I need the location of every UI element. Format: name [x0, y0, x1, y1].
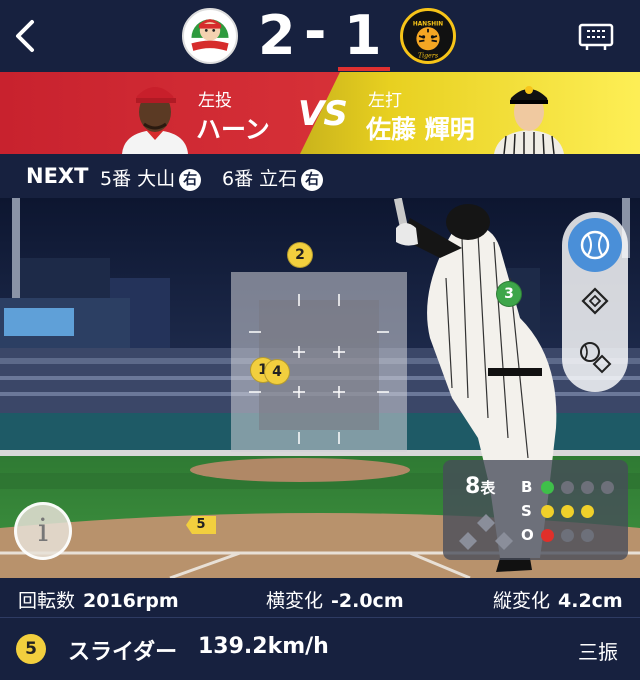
away-score: 1: [344, 4, 382, 67]
next-label: NEXT: [26, 164, 89, 188]
count-dot: [561, 505, 574, 518]
baseball-diamond-icon: [580, 342, 612, 374]
vertical-break-value: 4.2cm: [558, 590, 623, 612]
carp-logo: [182, 8, 238, 64]
pitch-speed: 139.2km/h: [198, 634, 329, 659]
strike-label: S: [521, 502, 532, 520]
horizontal-break-value: -2.0cm: [331, 590, 404, 612]
spin-value: 2016rpm: [83, 590, 179, 612]
spin-rate: 回転数 2016rpm: [18, 586, 179, 613]
count-dot: [561, 529, 574, 542]
bases-icon: [459, 514, 513, 550]
count-panel: 8表 B S O: [443, 460, 628, 560]
pitch-stats-bar: 回転数 2016rpm 横変化 -2.0cm 縦変化 4.2cm: [0, 578, 640, 618]
view-mode-panel: [562, 212, 628, 392]
tigers-logo: HANSHIN Tigers: [400, 8, 456, 64]
score-separator: -: [304, 0, 327, 63]
count-dot: [561, 481, 574, 494]
count-dot: [541, 529, 554, 542]
count-dot: [581, 481, 594, 494]
ball-label: B: [521, 478, 533, 496]
next-batter[interactable]: 6番 立石右: [222, 164, 324, 191]
count-dot: [541, 505, 554, 518]
pitch-marker-offscreen[interactable]: 5: [186, 516, 216, 534]
field-view-button[interactable]: [568, 274, 622, 328]
pitcher-photo: [116, 76, 194, 154]
tigers-logo-text: HANSHIN: [413, 21, 443, 27]
scoreboard-icon[interactable]: [578, 22, 614, 52]
batter-photo: [490, 76, 568, 154]
next-batter-label: 6番 立石: [222, 168, 298, 190]
pitch-marker[interactable]: 3: [496, 281, 522, 307]
info-button[interactable]: i: [14, 502, 72, 560]
tigers-logo-name: Tigers: [418, 52, 438, 59]
pitch-type: スライダー: [68, 640, 178, 665]
count-dot: [581, 505, 594, 518]
next-batter-label: 5番 大山: [100, 168, 176, 190]
score-header: 2 - 1 HANSHIN Tigers: [0, 0, 640, 72]
pitch-summary-bar: 5 スライダー 139.2km/h 三振: [0, 618, 640, 680]
batting-hand-badge: 右: [301, 169, 324, 191]
inning-half: 表: [480, 479, 496, 497]
pitch-marker[interactable]: 4: [264, 359, 290, 385]
diamond-icon: [581, 287, 609, 315]
matchup-banner: 左投 ハーン VS 左打 佐藤 輝明: [0, 72, 640, 154]
inning-indicator: 8表: [465, 474, 495, 499]
count-dot: [601, 481, 614, 494]
next-batters-bar: NEXT 5番 大山右 6番 立石右: [0, 154, 640, 198]
back-arrow-icon[interactable]: [12, 18, 40, 54]
out-label: O: [521, 526, 534, 544]
count-dot: [541, 481, 554, 494]
inning-number: 8: [465, 474, 481, 499]
horizontal-break-label: 横変化: [266, 590, 324, 612]
batter-role: 左打: [368, 91, 402, 111]
active-score-indicator: [338, 67, 390, 71]
vertical-break-label: 縦変化: [493, 590, 551, 612]
spin-label: 回転数: [18, 590, 76, 612]
horizontal-break: 横変化 -2.0cm: [266, 586, 404, 613]
next-batter[interactable]: 5番 大山右: [100, 164, 202, 191]
home-score: 2: [258, 4, 296, 67]
vs-label: VS: [298, 94, 348, 134]
pitch-marker[interactable]: 2: [287, 242, 313, 268]
combined-view-button[interactable]: [568, 330, 622, 384]
pitch-view-button[interactable]: [568, 218, 622, 272]
pitch-result: 三振: [578, 640, 618, 664]
batter-name: 佐藤 輝明: [366, 115, 475, 144]
vertical-break: 縦変化 4.2cm: [493, 586, 623, 613]
count-dot: [581, 529, 594, 542]
pitcher-role: 左投: [198, 91, 232, 111]
baseball-icon: [580, 230, 610, 260]
batting-hand-badge: 右: [179, 169, 202, 191]
pitch-number-badge: 5: [16, 634, 46, 664]
pitch-view: 2 3 1 4 8表 B S O i 5: [0, 198, 640, 578]
pitcher-name: ハーン: [196, 115, 270, 144]
